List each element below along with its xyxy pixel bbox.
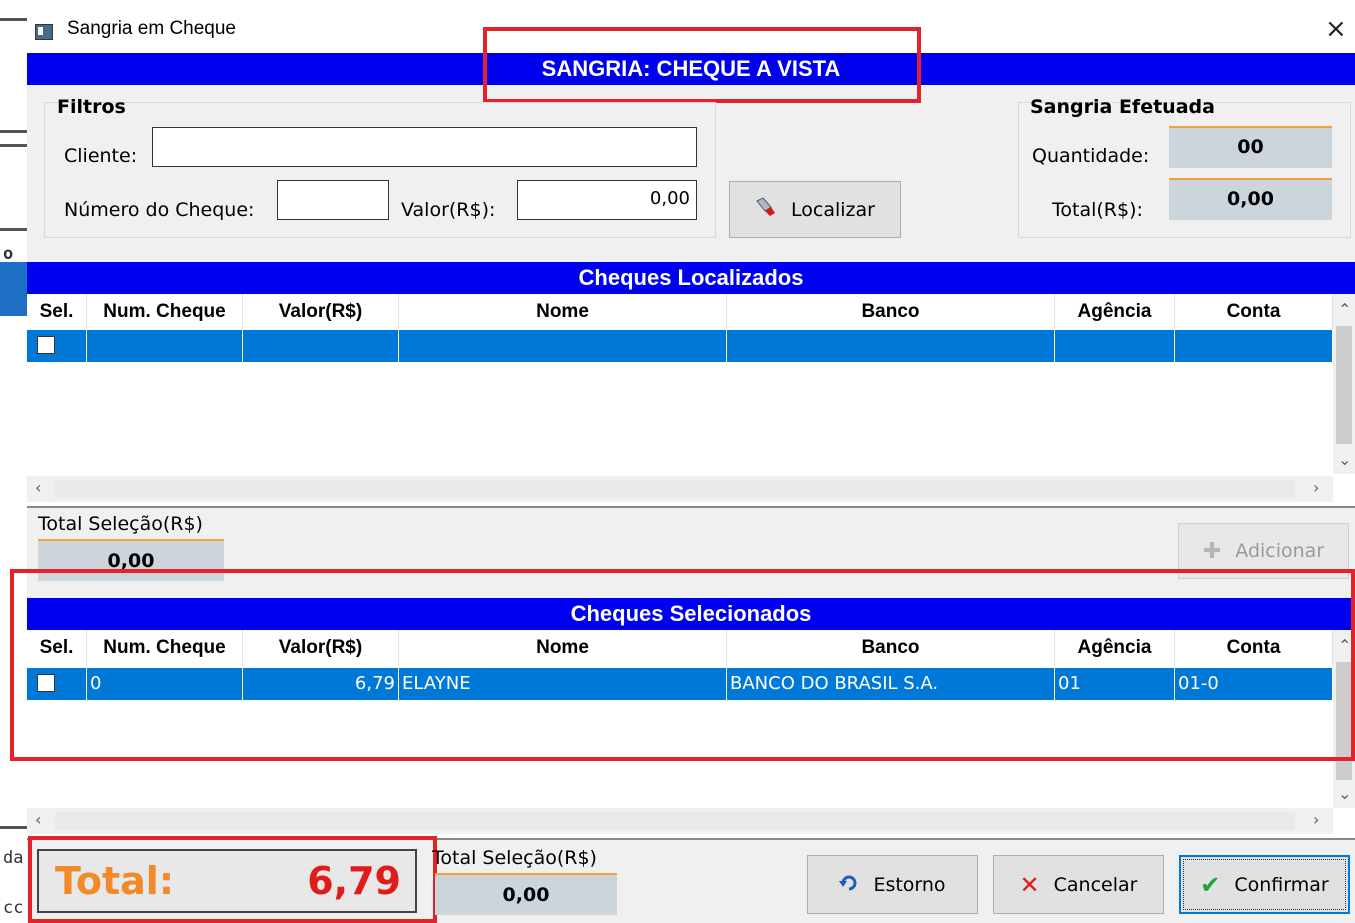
valor-input[interactable]: 0,00 [517,180,697,220]
background-divider [0,18,27,21]
scroll-thumb[interactable] [55,812,1295,830]
sangria-efetuada-label: Sangria Efetuada [1030,96,1215,118]
cancelar-label: Cancelar [1053,873,1138,896]
estorno-button[interactable]: Estorno [807,855,978,914]
localizados-title: Cheques Localizados [27,262,1355,294]
total-efetuado-label: Total(R$): [1052,199,1143,221]
cell-agencia [1055,330,1175,362]
cell-num-cheque [87,330,243,362]
column-header-nome[interactable]: Nome [399,294,727,330]
cell-conta [1175,330,1333,362]
column-header-banco[interactable]: Banco [727,294,1055,330]
column-header-valor[interactable]: Valor(R$) [243,294,399,330]
numero-cheque-input[interactable] [277,180,389,220]
undo-icon [839,874,859,896]
scroll-thumb[interactable] [1336,326,1352,444]
background-window-strip: o da cc [0,0,28,923]
confirmar-button[interactable]: ✔ Confirmar [1179,855,1350,914]
background-divider [0,130,27,133]
total-selecao-footer-label: Total Seleção(R$) [432,847,597,869]
vertical-scrollbar[interactable]: ⌃ ⌄ [1333,294,1355,474]
quantidade-label: Quantidade: [1032,145,1150,167]
filters-group-label: Filtros [57,96,126,118]
close-icon[interactable]: × [1325,14,1347,44]
background-divider [0,144,27,147]
column-header-conta[interactable]: Conta [1175,294,1333,330]
scroll-left-icon[interactable]: ‹ [35,810,41,829]
background-text: cc [3,898,24,918]
check-icon: ✔ [1200,870,1221,899]
localizados-grid: Sel. Num. Cheque Valor(R$) Nome Banco Ag… [27,294,1355,508]
horizontal-scrollbar[interactable]: ‹ › [27,808,1333,834]
scroll-down-icon[interactable]: ⌄ [1338,784,1351,803]
highlight-box-header [483,27,921,103]
background-selection [0,262,27,316]
highlight-box-total [28,836,437,923]
cancelar-button[interactable]: ✕ Cancelar [993,855,1164,914]
background-text: da [3,848,24,868]
cell-nome [399,330,727,362]
column-header-agencia[interactable]: Agência [1055,294,1175,330]
scroll-left-icon[interactable]: ‹ [35,478,41,497]
localizados-grid-header: Sel. Num. Cheque Valor(R$) Nome Banco Ag… [27,294,1333,330]
background-divider [0,228,27,231]
total-efetuado-value: 0,00 [1169,180,1332,220]
estorno-label: Estorno [873,873,946,896]
sangria-dialog: Sangria em Cheque × SANGRIA: CHEQUE A VI… [10,0,1355,923]
quantidade-value: 00 [1169,128,1332,168]
table-row[interactable] [27,330,1333,362]
valor-label: Valor(R$): [401,199,496,221]
confirmar-label: Confirmar [1234,873,1329,896]
row-select-cell[interactable] [27,330,87,362]
scroll-up-icon[interactable]: ⌃ [1338,300,1351,319]
window-title: Sangria em Cheque [67,18,236,39]
cliente-label: Cliente: [64,145,138,167]
scroll-right-icon[interactable]: › [1313,478,1319,497]
flashlight-icon [755,197,777,222]
x-icon: ✕ [1019,870,1040,899]
cell-valor [243,330,399,362]
total-selecao-label: Total Seleção(R$) [38,513,203,535]
background-divider [0,826,27,829]
horizontal-scrollbar[interactable]: ‹ › [27,476,1333,502]
localizar-button[interactable]: Localizar [729,181,901,238]
total-selecao-footer-value: 0,00 [435,875,617,915]
scroll-down-icon[interactable]: ⌄ [1338,450,1351,469]
cell-banco [727,330,1055,362]
column-header-num-cheque[interactable]: Num. Cheque [87,294,243,330]
column-header-sel[interactable]: Sel. [27,294,87,330]
cliente-input[interactable] [152,127,697,167]
adicionar-label: Adicionar [1235,540,1325,562]
scroll-thumb[interactable] [55,480,1295,498]
plus-icon: ✚ [1202,538,1222,564]
row-checkbox[interactable] [37,336,55,354]
background-text: o [3,244,14,264]
highlight-box-selecionados [10,569,1355,761]
localizar-label: Localizar [791,198,875,221]
scroll-right-icon[interactable]: › [1313,810,1319,829]
numero-cheque-label: Número do Cheque: [64,199,255,221]
app-icon [35,24,53,40]
